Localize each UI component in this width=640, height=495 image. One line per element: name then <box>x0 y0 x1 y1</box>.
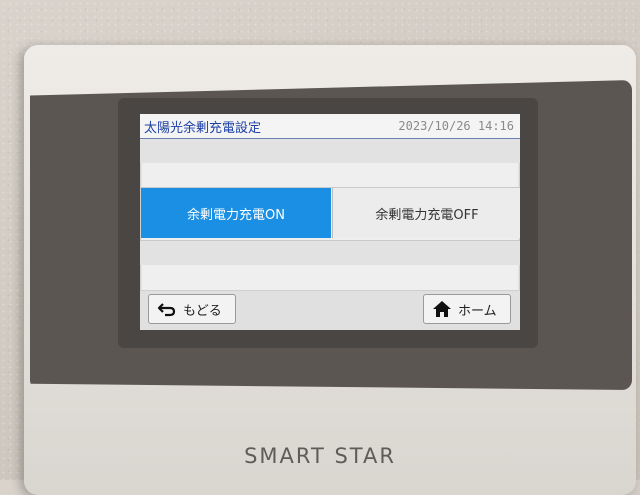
back-button[interactable]: もどる <box>148 294 236 324</box>
back-button-label: もどる <box>183 303 222 319</box>
home-button-label: ホーム <box>458 303 497 319</box>
blank-band <box>140 139 520 163</box>
surplus-charge-on-button[interactable]: 余剰電力充電ON <box>141 188 331 238</box>
blank-band <box>140 241 520 265</box>
surplus-charge-on-label: 余剰電力充電ON <box>187 207 285 223</box>
date-time-display: 2023/10/26 14:16 <box>398 119 514 133</box>
surplus-charge-off-label: 余剰電力充電OFF <box>375 207 479 223</box>
return-arrow-icon <box>157 300 177 318</box>
title-bar: 太陽光余剰充電設定 2023/10/26 14:16 <box>140 114 520 139</box>
home-button[interactable]: ホーム <box>423 294 511 324</box>
touch-screen: 太陽光余剰充電設定 2023/10/26 14:16 余剰電力充電ON 余剰電力… <box>140 114 520 330</box>
brand-logo: SMART STAR <box>244 444 396 468</box>
surplus-charge-off-button[interactable]: 余剰電力充電OFF <box>332 188 520 238</box>
page-title: 太陽光余剰充電設定 <box>144 121 262 136</box>
home-icon <box>432 300 452 318</box>
